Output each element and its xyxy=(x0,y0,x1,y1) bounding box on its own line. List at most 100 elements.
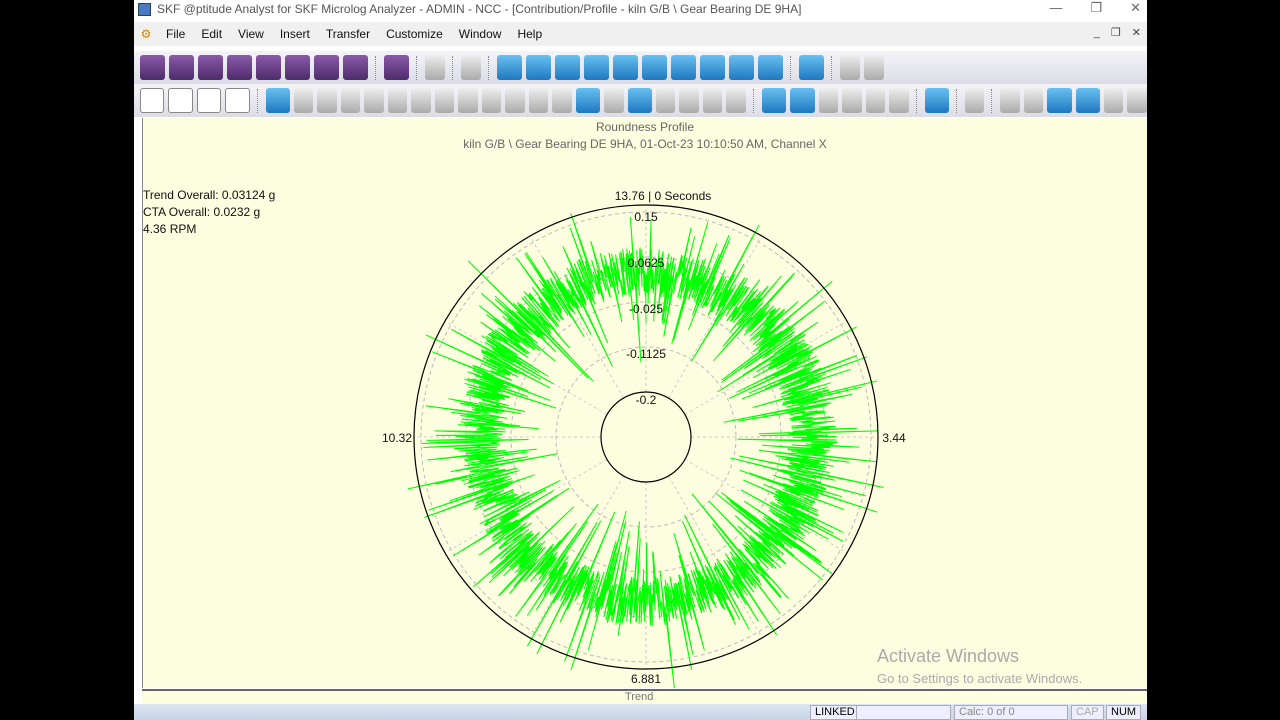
menu-file[interactable]: File xyxy=(158,27,193,41)
toolbar-button-icon[interactable] xyxy=(387,88,408,113)
toolbar-button-icon[interactable] xyxy=(818,88,839,113)
ring-label: -0.2 xyxy=(636,393,657,407)
app-window: SKF @ptitude Analyst for SKF Microlog An… xyxy=(134,0,1147,720)
toolbar-button-icon[interactable] xyxy=(196,88,222,113)
toolbar-button-icon[interactable] xyxy=(528,88,549,113)
trend-label: Trend xyxy=(625,691,654,703)
toolbar-button-icon[interactable] xyxy=(842,88,862,113)
ring-label: 0.0625 xyxy=(628,256,665,270)
toolbar-separator xyxy=(915,88,918,113)
left-label: 10.32 xyxy=(382,431,412,445)
toolbar-button-icon[interactable] xyxy=(256,55,281,80)
toolbar-button-icon[interactable] xyxy=(864,55,884,80)
app-icon xyxy=(138,2,151,16)
toolbar-button-icon[interactable] xyxy=(840,55,860,80)
toolbar-button-icon[interactable] xyxy=(343,55,368,80)
toolbar-button-icon[interactable] xyxy=(227,55,252,80)
toolbar-button-icon[interactable] xyxy=(584,55,609,80)
mdi-controls[interactable]: _ ❐ ✕ xyxy=(1094,26,1145,39)
toolbar-button-icon[interactable] xyxy=(790,88,815,113)
toolbar-button-icon[interactable] xyxy=(265,88,290,113)
roundness-polar-plot[interactable]: 13.76 | 0 Seconds 3.44 6.881 10.32 0.15 … xyxy=(143,118,1148,688)
toolbar-button-icon[interactable] xyxy=(411,88,431,113)
toolbar-button-icon[interactable] xyxy=(505,88,525,113)
toolbar-button-icon[interactable] xyxy=(1103,88,1124,113)
toolbar-button-icon[interactable] xyxy=(865,88,886,113)
menu-transfer[interactable]: Transfer xyxy=(318,27,378,41)
close-button[interactable]: ✕ xyxy=(1130,0,1141,16)
menu-customize[interactable]: Customize xyxy=(378,27,451,41)
status-blank xyxy=(856,705,951,720)
ring-label: 0.15 xyxy=(634,210,658,224)
toolbar-button-icon[interactable] xyxy=(317,88,337,113)
toolbar-button-icon[interactable] xyxy=(225,88,250,113)
menu-bar: ⚙ File Edit View Insert Transfer Customi… xyxy=(134,22,1147,46)
menu-help[interactable]: Help xyxy=(509,27,550,41)
toolbar-separator xyxy=(790,55,792,80)
toolbar-button-icon[interactable] xyxy=(924,88,949,113)
toolbar-button-icon[interactable] xyxy=(1075,88,1100,113)
toolbar-separator xyxy=(488,55,490,80)
trend-pane[interactable]: Trend xyxy=(142,689,1147,705)
toolbar-button-icon[interactable] xyxy=(481,88,502,113)
bottom-label: 6.881 xyxy=(631,672,661,686)
toolbar-button-icon[interactable] xyxy=(285,55,310,80)
toolbar-button-icon[interactable] xyxy=(198,55,223,80)
ring-label: -0.025 xyxy=(629,302,663,316)
toolbar-button-icon[interactable] xyxy=(613,55,638,80)
toolbar-button-icon[interactable] xyxy=(964,88,985,113)
toolbar-button-icon[interactable] xyxy=(555,55,580,80)
toolbar-button-icon[interactable] xyxy=(461,55,481,80)
restore-button[interactable]: ❐ xyxy=(1090,0,1102,16)
minimize-button[interactable]: — xyxy=(1049,0,1062,16)
toolbar-button-icon[interactable] xyxy=(761,88,787,113)
toolbar-button-icon[interactable] xyxy=(679,88,699,113)
toolbar-button-icon[interactable] xyxy=(627,88,652,113)
status-bar: LINKED Calc: 0 of 0 CAP NUM xyxy=(134,704,1147,720)
toolbar-button-icon[interactable] xyxy=(758,55,783,80)
toolbar-separator xyxy=(831,55,833,80)
plot-area[interactable]: Roundness Profile kiln G/B \ Gear Bearin… xyxy=(142,118,1147,688)
toolbar-button-icon[interactable] xyxy=(169,55,194,80)
toolbar-button-icon[interactable] xyxy=(604,88,624,113)
toolbar-button-icon[interactable] xyxy=(642,55,667,80)
toolbar-button-icon[interactable] xyxy=(434,88,455,113)
toolbar-button-icon[interactable] xyxy=(497,55,522,80)
toolbar-button-icon[interactable] xyxy=(575,88,601,113)
toolbar-button-icon[interactable] xyxy=(384,55,409,80)
toolbar-button-icon[interactable] xyxy=(729,55,754,80)
toolbar-button-icon[interactable] xyxy=(1127,88,1147,113)
toolbar-separator xyxy=(452,55,454,80)
toolbar-button-icon[interactable] xyxy=(655,88,676,113)
activate-windows-watermark: Activate Windows xyxy=(877,646,1020,666)
toolbar-button-icon[interactable] xyxy=(168,88,193,113)
toolbar-button-icon[interactable] xyxy=(140,88,165,113)
menu-edit[interactable]: Edit xyxy=(193,27,230,41)
menu-view[interactable]: View xyxy=(230,27,272,41)
toolbar-button-icon[interactable] xyxy=(140,55,165,80)
toolbar-button-icon[interactable] xyxy=(671,55,696,80)
toolbar-button-icon[interactable] xyxy=(552,88,572,113)
toolbar-button-icon[interactable] xyxy=(702,88,723,113)
toolbar-button-icon[interactable] xyxy=(340,88,361,113)
toolbar-button-icon[interactable] xyxy=(889,88,909,113)
menu-window[interactable]: Window xyxy=(451,27,510,41)
menu-insert[interactable]: Insert xyxy=(272,27,318,41)
toolbar-button-icon[interactable] xyxy=(526,55,551,80)
toolbar-button-icon[interactable] xyxy=(314,55,339,80)
toolbar-button-icon[interactable] xyxy=(1023,88,1044,113)
app-menu-icon[interactable]: ⚙ xyxy=(134,27,158,41)
toolbar-button-icon[interactable] xyxy=(1047,88,1072,113)
toolbar-button-icon[interactable] xyxy=(425,55,445,80)
toolbar-button-icon[interactable] xyxy=(458,88,478,113)
toolbar-button-icon[interactable] xyxy=(293,88,314,113)
toolbar-button-icon[interactable] xyxy=(799,55,824,80)
toolbar-button-icon[interactable] xyxy=(700,55,725,80)
toolbar-button-icon[interactable] xyxy=(364,88,384,113)
status-num: NUM xyxy=(1106,705,1142,720)
toolbar-button-icon[interactable] xyxy=(726,88,746,113)
toolbar-button-icon[interactable] xyxy=(1000,88,1020,113)
toolbar-separator xyxy=(955,88,958,113)
toolbar-separator xyxy=(416,55,418,80)
toolbar-plot xyxy=(134,84,1147,117)
